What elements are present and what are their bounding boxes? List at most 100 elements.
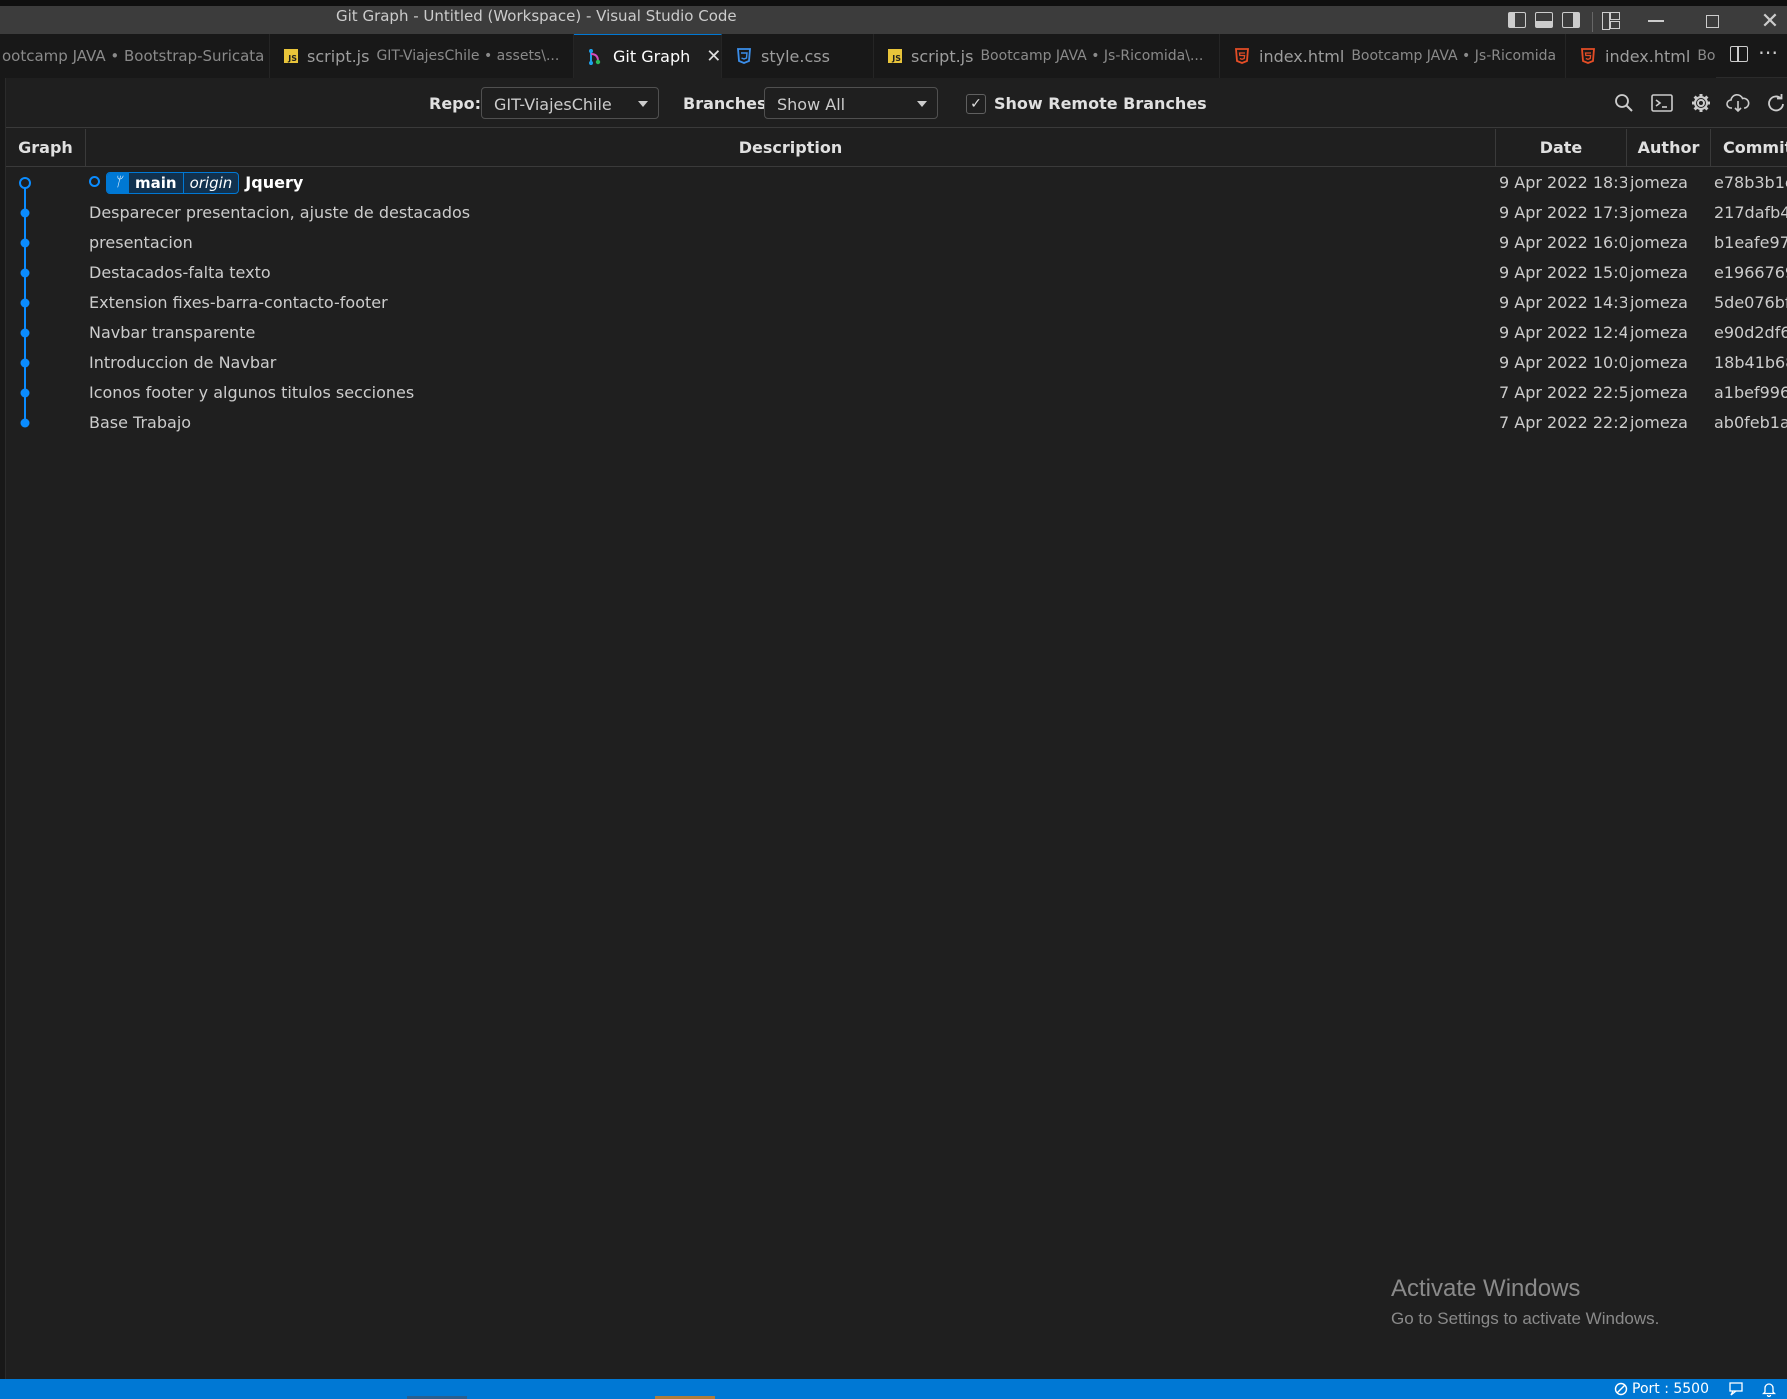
tab-style-css[interactable]: style.css: [722, 34, 874, 78]
commit-author: jomeza: [1630, 413, 1688, 432]
commit-row[interactable]: Desparecer presentacion, ajuste de desta…: [6, 198, 1787, 228]
commit-row[interactable]: Base Trabajo 7 Apr 2022 22:28 jomeza ab0…: [6, 408, 1787, 438]
git-graph-icon: [588, 48, 604, 65]
head-indicator-icon: [89, 176, 100, 187]
commit-row[interactable]: Extension fixes-barra-contacto-footer 9 …: [6, 288, 1787, 318]
show-remote-branches-checkbox[interactable]: ✓: [966, 94, 986, 114]
commit-row[interactable]: Introduccion de Navbar 9 Apr 2022 10:01 …: [6, 348, 1787, 378]
tab-script-js-ricomida[interactable]: JS script.js Bootcamp JAVA • Js-Ricomida…: [874, 34, 1220, 78]
tab-bootstrap-suricata[interactable]: ootcamp JAVA • Bootstrap-Suricata: [0, 34, 270, 78]
no-entry-icon: [1614, 1382, 1628, 1396]
checkmark-icon: ✓: [970, 96, 982, 112]
repo-label: Repo:: [429, 94, 482, 113]
branches-label: Branches:: [683, 94, 773, 113]
commit-hash: e1966769: [1714, 263, 1787, 282]
tab-index-html-ricomida[interactable]: index.html Bootcamp JAVA • Js-Ricomida: [1220, 34, 1566, 78]
settings-button[interactable]: [1689, 91, 1713, 115]
css-file-icon: [736, 48, 752, 64]
commit-subject: Introduccion de Navbar: [89, 353, 277, 372]
commit-subject: Jquery: [245, 173, 304, 192]
branch-name: main: [135, 173, 177, 192]
tab-label: style.css: [761, 46, 830, 66]
column-header-commit[interactable]: Commit: [1711, 129, 1787, 167]
commit-subject: Base Trabajo: [89, 413, 192, 432]
maximize-icon: [1705, 14, 1719, 28]
tab-description: ootcamp JAVA • Bootstrap-Suricata: [2, 47, 265, 65]
tab-git-graph[interactable]: Git Graph ✕: [574, 34, 722, 78]
js-file-icon: JS: [284, 49, 298, 63]
git-graph-controls: Repo: GIT-ViajesChile Branches: Show All…: [6, 78, 1787, 128]
commit-hash: e90d2df6: [1714, 323, 1787, 342]
commit-date: 9 Apr 2022 14:30: [1499, 293, 1627, 312]
commit-author: jomeza: [1630, 173, 1688, 192]
minimize-button[interactable]: [1636, 6, 1676, 36]
close-tab-icon[interactable]: ✕: [706, 46, 721, 67]
tab-script-js-viajeschile[interactable]: JS script.js GIT-ViajesChile • assets\..…: [270, 34, 574, 78]
commit-author: jomeza: [1630, 323, 1688, 342]
chevron-down-icon: [638, 101, 648, 107]
js-file-icon: JS: [888, 49, 902, 63]
commit-subject: Iconos footer y algunos titulos seccione…: [89, 383, 415, 402]
fetch-button[interactable]: [1726, 91, 1750, 115]
close-icon: ✕: [1760, 8, 1780, 34]
commit-row[interactable]: presentacion 9 Apr 2022 16:05 jomeza b1e…: [6, 228, 1787, 258]
commit-date: 7 Apr 2022 22:28: [1499, 413, 1627, 432]
tab-label: index.html: [1259, 46, 1345, 66]
tab-index-html-boot[interactable]: index.html Boot: [1566, 34, 1716, 78]
column-header-description[interactable]: Description: [86, 129, 1496, 167]
split-editor-icon[interactable]: [1730, 46, 1748, 62]
commit-date: 9 Apr 2022 16:05: [1499, 233, 1627, 252]
find-button[interactable]: [1612, 91, 1636, 115]
commit-hash: ab0feb1a: [1714, 413, 1787, 432]
html-file-icon: [1580, 48, 1596, 64]
feedback-button[interactable]: [1728, 1379, 1744, 1399]
repo-dropdown[interactable]: GIT-ViajesChile: [481, 87, 659, 119]
title-bar: Git Graph - Untitled (Workspace) - Visua…: [0, 0, 1787, 34]
tab-description: Bootcamp JAVA • Js-Ricomida\...: [980, 48, 1204, 64]
refresh-icon: [1768, 94, 1784, 112]
commit-hash: b1eafe97: [1714, 233, 1787, 252]
cloud-download-icon: [1726, 94, 1750, 113]
toggle-panel-icon[interactable]: [1535, 8, 1553, 32]
window-title: Git Graph - Untitled (Workspace) - Visua…: [336, 7, 737, 25]
terminal-button[interactable]: [1650, 91, 1674, 115]
close-window-button[interactable]: ✕: [1750, 6, 1787, 36]
commit-table-header: Graph Description Date Author Commit: [6, 129, 1787, 167]
commit-date: 9 Apr 2022 10:01: [1499, 353, 1627, 372]
commit-subject: Extension fixes-barra-contacto-footer: [89, 293, 388, 312]
commit-author: jomeza: [1630, 203, 1688, 222]
maximize-button[interactable]: [1692, 6, 1732, 36]
live-server-port[interactable]: Port : 5500: [1614, 1379, 1709, 1399]
commit-author: jomeza: [1630, 233, 1688, 252]
commit-row[interactable]: ᛘ main origin Jquery 9 Apr 2022 18:36 jomez…: [6, 168, 1787, 198]
commit-subject: Destacados-falta texto: [89, 263, 271, 282]
gear-icon: [1692, 94, 1710, 112]
branch-ref-badge[interactable]: ᛘ main origin: [106, 171, 240, 194]
html-file-icon: [1234, 48, 1250, 64]
branches-dropdown[interactable]: Show All: [764, 87, 938, 119]
commit-row[interactable]: Iconos footer y algunos titulos seccione…: [6, 378, 1787, 408]
activate-windows-watermark: Activate Windows Go to Settings to activ…: [1391, 1275, 1659, 1329]
customize-layout-icon[interactable]: [1602, 8, 1620, 32]
column-header-graph[interactable]: Graph: [6, 129, 86, 167]
show-remote-branches-label[interactable]: Show Remote Branches: [994, 94, 1207, 113]
column-header-author[interactable]: Author: [1627, 129, 1711, 167]
refresh-button[interactable]: [1764, 91, 1787, 115]
tab-label: script.js: [307, 46, 370, 66]
toggle-primary-sidebar-icon[interactable]: [1508, 8, 1526, 32]
chevron-down-icon: [917, 101, 927, 107]
tab-label: index.html: [1605, 46, 1691, 66]
commit-row[interactable]: Navbar transparente 9 Apr 2022 12:41 jom…: [6, 318, 1787, 348]
toggle-secondary-sidebar-icon[interactable]: [1562, 8, 1580, 32]
repo-value: GIT-ViajesChile: [494, 95, 612, 114]
column-header-date[interactable]: Date: [1496, 129, 1627, 167]
notifications-button[interactable]: [1762, 1379, 1776, 1399]
commit-hash: a1bef996: [1714, 383, 1787, 402]
commit-row[interactable]: Destacados-falta texto 9 Apr 2022 15:05 …: [6, 258, 1787, 288]
feedback-icon: [1729, 1382, 1743, 1396]
more-actions-icon[interactable]: ⋯: [1758, 40, 1779, 64]
commit-subject: presentacion: [89, 233, 193, 252]
status-bar: Port : 5500: [0, 1379, 1787, 1399]
watermark-title: Activate Windows: [1391, 1275, 1581, 1302]
bell-icon: [1762, 1383, 1776, 1397]
